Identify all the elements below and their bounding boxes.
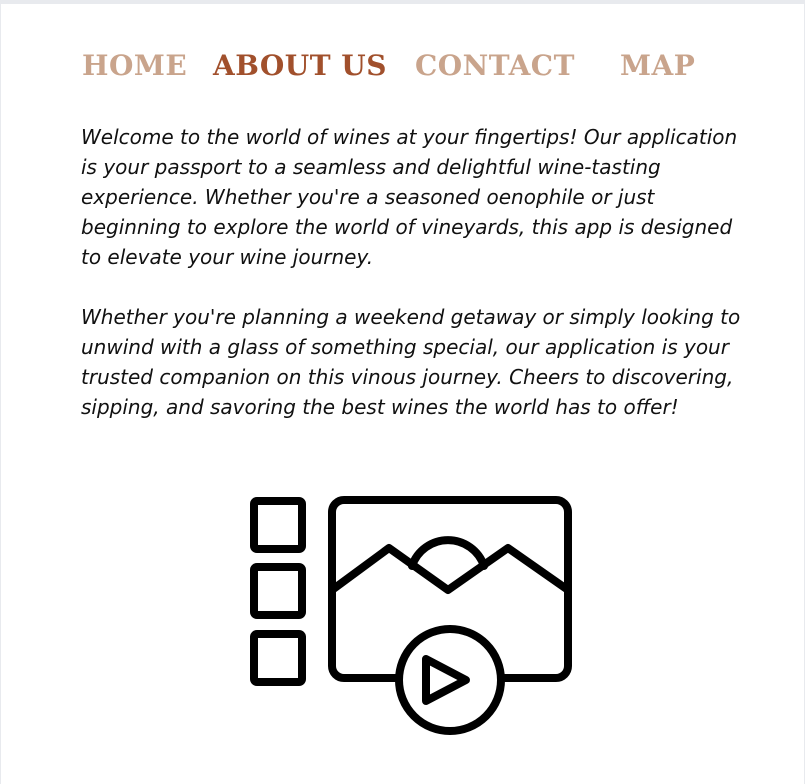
nav-map-link[interactable]: MAP <box>620 48 695 84</box>
closing-paragraph: Whether you're planning a weekend getawa… <box>81 305 741 419</box>
nav-about-us-link[interactable]: ABOUT US <box>213 48 387 84</box>
about-page: HOME ABOUT US CONTACT MAP Welcome to the… <box>1 4 804 784</box>
top-navigation: HOME ABOUT US CONTACT MAP <box>1 48 804 88</box>
about-content: Welcome to the world of wines at your fi… <box>81 122 751 452</box>
nav-contact-link[interactable]: CONTACT <box>415 48 575 84</box>
nav-home-link[interactable]: HOME <box>82 48 187 84</box>
intro-paragraph: Welcome to the world of wines at your fi… <box>81 125 738 269</box>
video-gallery-icon <box>248 494 578 739</box>
